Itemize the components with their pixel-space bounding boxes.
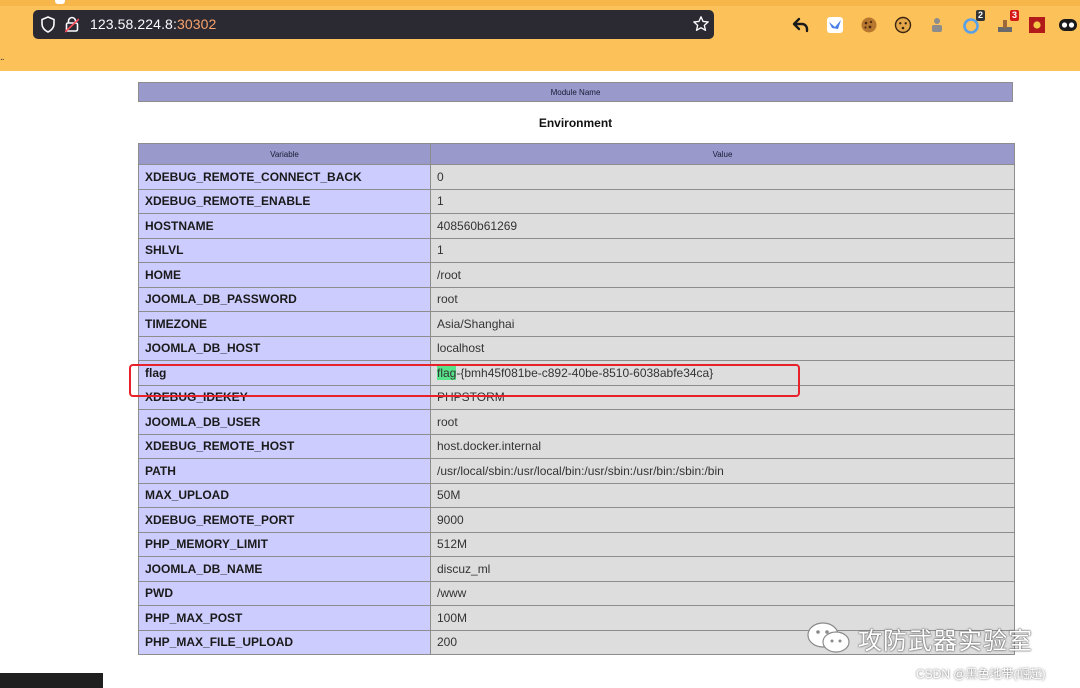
url-host: 123.58.224.8: xyxy=(90,16,177,32)
sun-square-icon[interactable] xyxy=(1027,15,1047,35)
table-row: JOOMLA_DB_PASSWORD root xyxy=(138,286,1015,312)
annotation-highlight-box xyxy=(129,364,800,397)
insecure-lock-icon[interactable] xyxy=(65,16,79,33)
table-row: TIMEZONE Asia/Shanghai xyxy=(138,311,1015,337)
table-row: PWD/www xyxy=(138,580,1015,606)
table-row: HOME/root xyxy=(138,262,1015,288)
hammer-icon[interactable]: 3 xyxy=(995,10,1019,35)
variable-cell: JOOMLA_DB_NAME xyxy=(138,556,431,582)
cookie-icon[interactable] xyxy=(859,15,879,35)
variable-cell: HOME xyxy=(138,262,431,288)
module-name-header: Module Name xyxy=(138,82,1013,102)
variable-cell: PHP_MAX_POST xyxy=(138,605,431,631)
wechat-icon xyxy=(807,622,850,653)
table-row: XDEBUG_REMOTE_HOST host.docker.internal xyxy=(138,433,1015,459)
table-row: SHLVL 1 xyxy=(138,237,1015,263)
variable-cell: XDEBUG_REMOTE_CONNECT_BACK xyxy=(138,164,431,190)
value-cell: 0 xyxy=(430,164,1015,190)
variable-cell: TIMEZONE xyxy=(138,311,431,337)
value-cell: /root xyxy=(430,262,1015,288)
value-cell: /www xyxy=(430,580,1015,606)
table-row: JOOMLA_DB_NAME discuz_ml xyxy=(138,556,1015,582)
mask-icon[interactable] xyxy=(1058,15,1078,35)
value-cell: 50M xyxy=(430,482,1015,508)
watermark-text: 攻防武器实验室 xyxy=(858,627,1033,655)
table-row: PHP_MEMORY_LIMIT 512M xyxy=(138,531,1015,557)
variable-cell: XDEBUG_REMOTE_ENABLE xyxy=(138,188,431,214)
cookie-face-icon[interactable] xyxy=(893,15,913,35)
ring-icon[interactable]: 2 xyxy=(961,10,985,35)
value-cell: /usr/local/sbin:/usr/local/bin:/usr/sbin… xyxy=(430,458,1015,484)
variable-cell: JOOMLA_DB_PASSWORD xyxy=(138,286,431,312)
table-row: MAX_UPLOAD 50M xyxy=(138,482,1015,508)
bookmarks-overflow[interactable]: .. xyxy=(0,52,4,63)
table-row: XDEBUG_REMOTE_CONNECT_BACK 0 xyxy=(138,164,1015,190)
table-header-row: Variable Value xyxy=(138,143,1015,165)
puzzle-figure-icon[interactable] xyxy=(927,15,947,35)
url-port: 30302 xyxy=(176,16,217,32)
ring-badge: 2 xyxy=(975,10,985,21)
variable-column-header: Variable xyxy=(138,143,431,165)
table-row: PATH/usr/local/sbin:/usr/local/bin:/usr/… xyxy=(138,458,1015,484)
value-cell: 408560b61269 xyxy=(430,213,1015,239)
back-arrow-icon[interactable] xyxy=(791,15,811,35)
variable-cell: XDEBUG_REMOTE_PORT xyxy=(138,507,431,533)
variable-cell: XDEBUG_REMOTE_HOST xyxy=(138,433,431,459)
bird-icon[interactable] xyxy=(825,15,845,35)
variable-cell: MAX_UPLOAD xyxy=(138,482,431,508)
table-row: HOSTNAME 408560b61269 xyxy=(138,213,1015,239)
value-cell: root xyxy=(430,286,1015,312)
value-cell: localhost xyxy=(430,335,1015,361)
value-column-header: Value xyxy=(430,143,1015,165)
variable-cell: JOOMLA_DB_HOST xyxy=(138,335,431,361)
variable-cell: PATH xyxy=(138,458,431,484)
table-row: XDEBUG_REMOTE_PORT 9000 xyxy=(138,507,1015,533)
variable-cell: SHLVL xyxy=(138,237,431,263)
value-cell: root xyxy=(430,409,1015,435)
active-tab-edge[interactable] xyxy=(55,0,65,4)
watermark: 攻防武器实验室 xyxy=(806,620,1033,656)
value-cell: 1 xyxy=(430,188,1015,214)
value-cell: 9000 xyxy=(430,507,1015,533)
environment-table: Variable Value XDEBUG_REMOTE_CONNECT_BAC… xyxy=(138,143,1015,655)
variable-cell: PHP_MEMORY_LIMIT xyxy=(138,531,431,557)
value-cell: Asia/Shanghai xyxy=(430,311,1015,337)
environment-rows: XDEBUG_REMOTE_CONNECT_BACK 0 XDEBUG_REMOTE… xyxy=(138,164,1015,655)
bookmark-star-icon[interactable] xyxy=(692,15,710,33)
variable-cell: JOOMLA_DB_USER xyxy=(138,409,431,435)
value-cell: discuz_ml xyxy=(430,556,1015,582)
shield-icon[interactable] xyxy=(40,16,56,33)
address-bar[interactable]: 123.58.224.8:30302 xyxy=(33,10,714,39)
csdn-credit: CSDN @黑色地带(崛起) xyxy=(916,667,1046,681)
value-cell: host.docker.internal xyxy=(430,433,1015,459)
url-text[interactable]: 123.58.224.8:30302 xyxy=(90,16,216,32)
taskbar-fragment xyxy=(0,673,103,688)
value-cell: 512M xyxy=(430,531,1015,557)
table-row: JOOMLA_DB_HOST localhost xyxy=(138,335,1015,361)
value-cell: 1 xyxy=(430,237,1015,263)
variable-cell: PHP_MAX_FILE_UPLOAD xyxy=(138,629,431,655)
hammer-badge: 3 xyxy=(1009,10,1019,21)
variable-cell: PWD xyxy=(138,580,431,606)
table-row: JOOMLA_DB_USER root xyxy=(138,409,1015,435)
section-title: Environment xyxy=(538,116,613,130)
variable-cell: HOSTNAME xyxy=(138,213,431,239)
tab-strip xyxy=(0,0,1080,6)
table-row: XDEBUG_REMOTE_ENABLE 1 xyxy=(138,188,1015,214)
